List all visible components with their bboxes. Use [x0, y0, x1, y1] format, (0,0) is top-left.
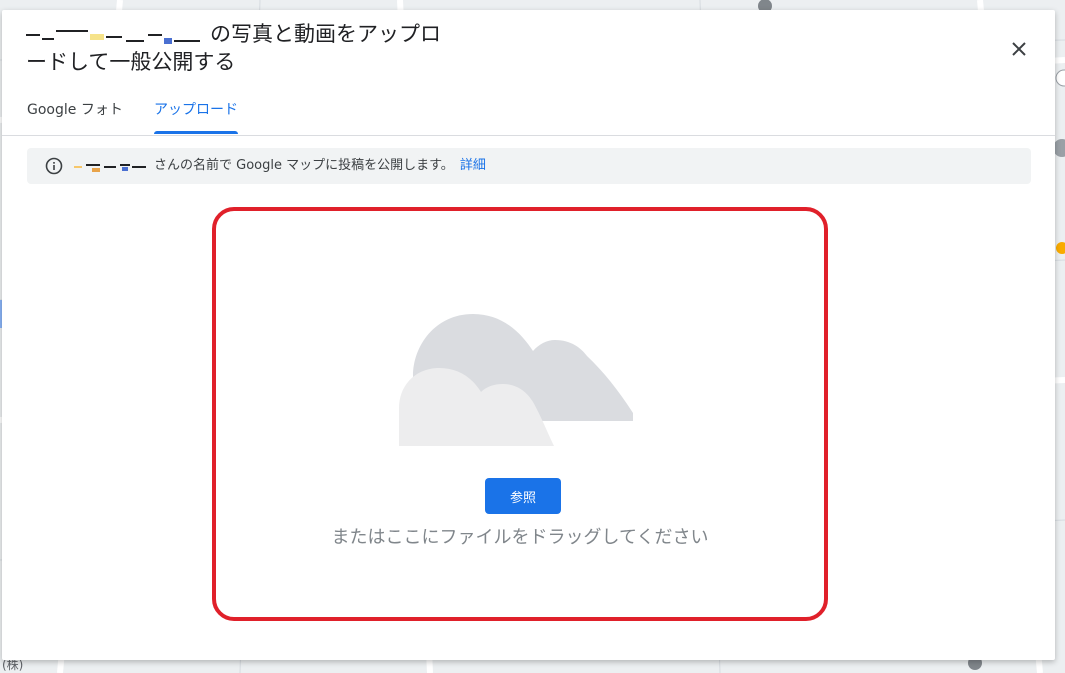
browse-button[interactable]: 参照: [485, 478, 561, 514]
tab-label: アップロード: [154, 102, 238, 118]
close-button[interactable]: [1005, 35, 1033, 63]
cloud-upload-icon: [399, 314, 633, 446]
active-tab-indicator: [154, 131, 238, 134]
dialog-title: の写真と動画をアップロードして一般公開する: [26, 20, 446, 76]
close-icon: [1012, 42, 1026, 56]
redacted-user-name: [74, 159, 148, 173]
file-drop-zone[interactable]: 参照 またはここにファイルをドラッグしてください: [212, 207, 828, 621]
learn-more-link[interactable]: 詳細: [460, 158, 486, 173]
tab-bar: Google フォト アップロード: [2, 90, 1055, 136]
info-text: さんの名前で Google マップに投稿を公開します。: [154, 158, 454, 173]
info-message: さんの名前で Google マップに投稿を公開します。 詳細: [74, 148, 486, 184]
info-banner: さんの名前で Google マップに投稿を公開します。 詳細: [27, 148, 1031, 184]
info-icon: [45, 157, 63, 175]
redacted-place-name: [26, 26, 204, 44]
tab-google-photos[interactable]: Google フォト: [27, 90, 123, 134]
tab-label: Google フォト: [27, 102, 123, 118]
tab-upload[interactable]: アップロード: [154, 90, 238, 134]
upload-dialog: の写真と動画をアップロードして一般公開する Google フォト アップロード: [2, 10, 1055, 660]
drag-files-hint: またはここにファイルをドラッグしてください: [331, 527, 709, 548]
